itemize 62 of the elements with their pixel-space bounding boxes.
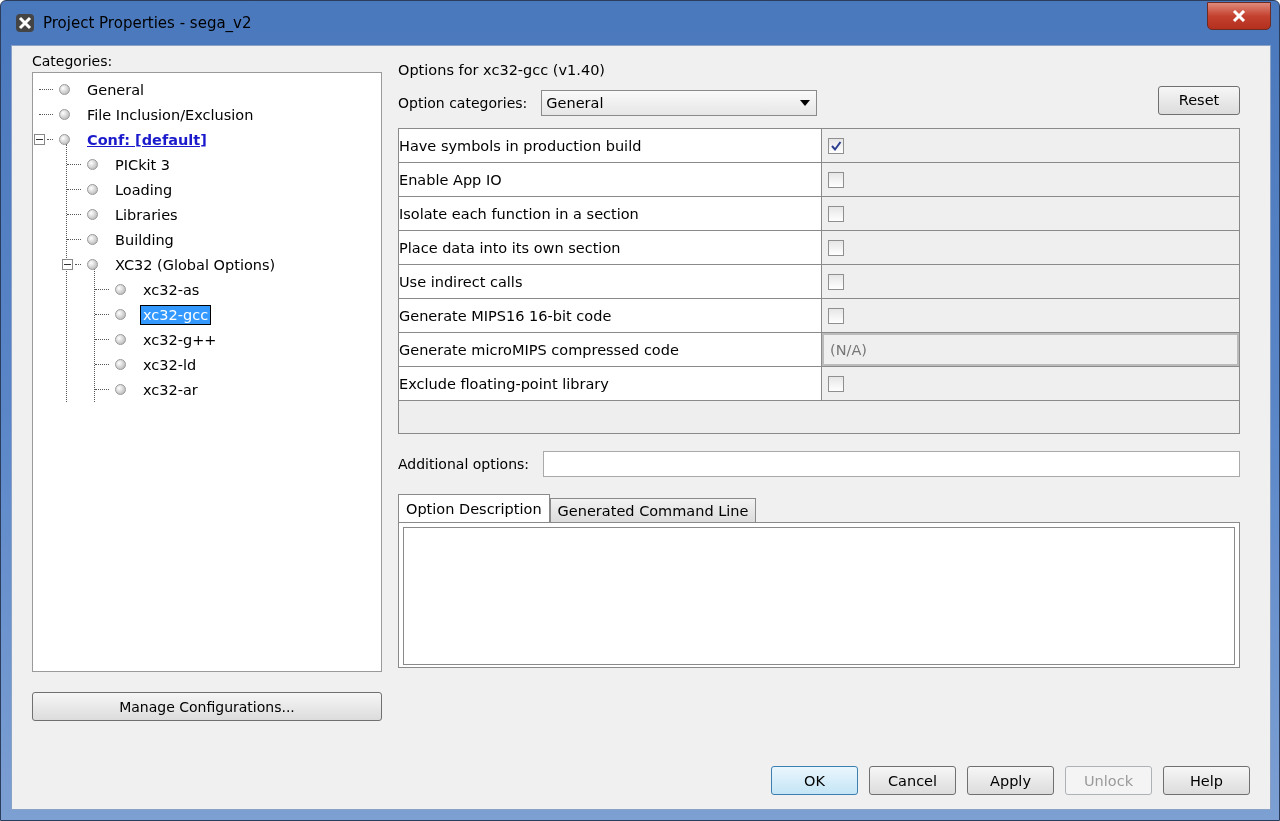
option-checkbox[interactable] <box>828 273 844 290</box>
option-categories-label: Option categories: <box>398 94 528 112</box>
tree-item[interactable]: XC32 (Global Options) <box>112 254 279 275</box>
collapse-icon[interactable] <box>62 259 73 270</box>
tree-item[interactable]: General <box>84 79 148 100</box>
node-icon <box>87 234 98 245</box>
node-icon <box>115 309 126 320</box>
node-icon <box>115 284 126 295</box>
node-icon <box>87 259 98 270</box>
option-label: Generate MIPS16 16-bit code <box>399 299 822 332</box>
node-icon <box>87 159 98 170</box>
additional-options-field[interactable] <box>543 451 1240 477</box>
window-title: Project Properties - sega_v2 <box>43 14 253 32</box>
options-heading: Options for xc32-gcc (v1.40) <box>398 62 607 80</box>
caret-icon <box>800 100 811 106</box>
node-icon <box>59 84 70 95</box>
tree-item[interactable]: PICkit 3 <box>112 154 174 175</box>
dialog-button[interactable]: Apply <box>967 766 1054 795</box>
node-icon <box>87 209 98 220</box>
app-icon <box>15 13 35 33</box>
dialog-button[interactable]: Cancel <box>869 766 956 795</box>
option-checkbox[interactable] <box>828 137 844 154</box>
tab[interactable]: Option Description <box>398 494 550 522</box>
tree-item[interactable]: File Inclusion/Exclusion <box>84 104 257 125</box>
collapse-icon[interactable] <box>34 134 45 145</box>
reset-button[interactable]: Reset <box>1158 85 1240 115</box>
close-icon <box>1232 10 1246 22</box>
tree-item[interactable]: Loading <box>112 179 176 200</box>
option-categories-dropdown[interactable]: General <box>541 90 818 116</box>
manage-configurations-button[interactable]: Manage Configurations... <box>32 692 382 721</box>
option-checkbox[interactable] <box>828 375 844 392</box>
node-icon <box>115 384 126 395</box>
tree-item[interactable]: xc32-as <box>140 279 203 300</box>
node-icon <box>115 334 126 345</box>
option-label: Use indirect calls <box>399 265 822 298</box>
tree-item[interactable]: Building <box>112 229 177 250</box>
option-label: Have symbols in production build <box>399 129 822 162</box>
tree-item[interactable]: xc32-g++ <box>140 329 220 350</box>
node-icon <box>115 359 126 370</box>
option-checkbox[interactable] <box>828 307 844 324</box>
tree-link[interactable]: Conf: [default] <box>84 129 210 150</box>
option-label: Place data into its own section <box>399 231 822 264</box>
additional-options-label: Additional options: <box>398 455 529 473</box>
option-label: Enable App IO <box>399 163 822 196</box>
categories-label: Categories: <box>32 52 114 70</box>
option-checkbox[interactable] <box>828 171 844 188</box>
tab[interactable]: Generated Command Line <box>549 498 757 522</box>
option-value: (N/A) <box>822 333 1239 366</box>
node-icon <box>87 184 98 195</box>
tree-item[interactable]: xc32-ld <box>140 354 200 375</box>
tree-item[interactable]: Libraries <box>112 204 181 225</box>
option-checkbox[interactable] <box>828 239 844 256</box>
node-icon <box>59 109 70 120</box>
node-icon <box>59 134 70 145</box>
option-label: Generate microMIPS compressed code <box>399 333 822 366</box>
tree-item[interactable]: xc32-ar <box>140 379 201 400</box>
dialog-button[interactable]: OK <box>771 766 858 795</box>
option-checkbox[interactable] <box>828 205 844 222</box>
close-button[interactable] <box>1207 2 1271 30</box>
option-label: Isolate each function in a section <box>399 197 822 230</box>
dialog-button[interactable]: Help <box>1163 766 1250 795</box>
option-label: Exclude floating-point library <box>399 367 822 400</box>
